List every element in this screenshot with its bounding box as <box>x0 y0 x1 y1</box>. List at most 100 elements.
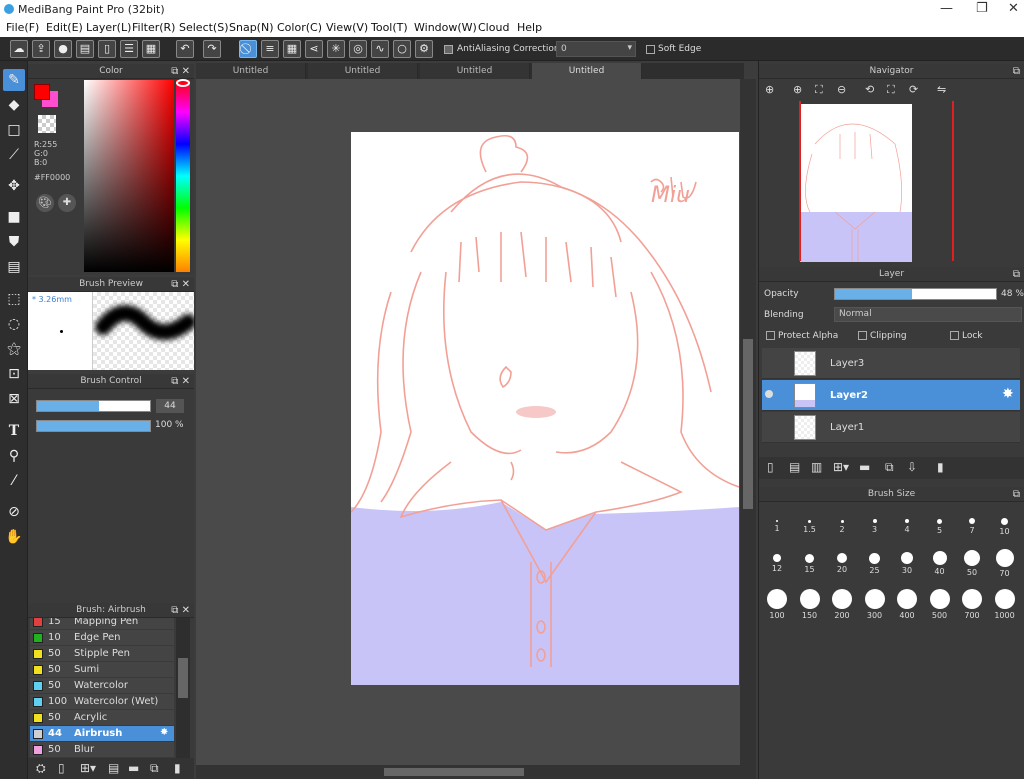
maximize-icon[interactable]: ❐ <box>976 1 988 16</box>
transparent-color-swatch[interactable] <box>38 115 56 133</box>
brush-size-value[interactable]: 44 <box>156 399 184 413</box>
brush-size-option[interactable]: 20 <box>826 547 858 577</box>
snap-concentric-icon[interactable]: ◎ <box>349 40 367 58</box>
new-layer-icon[interactable]: ▯ <box>767 460 774 474</box>
brush-size-option[interactable]: 4 <box>891 506 923 536</box>
brush-opacity-slider[interactable] <box>36 420 151 432</box>
brush-size-option[interactable]: 200 <box>826 588 858 620</box>
page-icon[interactable]: ▯ <box>98 40 116 58</box>
protect-alpha-checkbox[interactable]: Protect Alpha <box>766 331 838 341</box>
duplicate-layer-icon[interactable]: ⧉ <box>885 460 894 475</box>
brush-size-option[interactable]: 1.5 <box>794 506 826 536</box>
hue-slider-handle[interactable] <box>176 79 190 87</box>
scrollbar-thumb[interactable] <box>178 658 188 698</box>
layer-settings-gear-icon[interactable]: ✸ <box>1002 386 1014 402</box>
rectangle-tool-icon[interactable]: □ <box>3 119 25 141</box>
flip-icon[interactable]: ⇋ <box>937 83 946 96</box>
share-icon[interactable]: ⇪ <box>32 40 50 58</box>
menu-view[interactable]: View(V) <box>326 21 368 34</box>
brush-list-item[interactable]: 44 Airbrush ✸ <box>30 726 174 742</box>
layer-row-layer2[interactable]: Layer2 ✸ <box>762 380 1020 411</box>
operation-tool-icon[interactable]: ⚲ <box>3 445 25 467</box>
bucket-tool-icon[interactable]: ⛊ <box>3 231 25 253</box>
snap-off-icon[interactable]: ⃠ <box>239 40 257 58</box>
brush-list-item[interactable]: 50 Sumi <box>30 662 174 678</box>
brush-tool-icon[interactable]: ✎ <box>3 69 25 91</box>
menu-color[interactable]: Color(C) <box>277 21 322 34</box>
panel-close-icon[interactable]: ⧉ ✕ <box>171 603 190 618</box>
brush-size-option[interactable]: 100 <box>761 588 793 620</box>
duplicate-brush-icon[interactable]: ⧉ <box>150 761 159 776</box>
brush-list-item[interactable]: 50 Blur <box>30 742 174 758</box>
brush-size-option[interactable]: 1 <box>761 506 793 536</box>
new-brush-icon[interactable]: ▯ <box>58 761 65 775</box>
panel-close-icon[interactable]: ⧉ ✕ <box>171 374 190 389</box>
brush-size-option[interactable]: 10 <box>989 506 1021 536</box>
brush-size-option[interactable]: 150 <box>794 588 826 620</box>
cloud-brush-icon[interactable]: ⛭ <box>36 761 46 776</box>
zoom-out-icon[interactable]: ⊖ <box>837 83 846 96</box>
panel-close-icon[interactable]: ⧉ ✕ <box>171 64 190 79</box>
brush-size-option[interactable]: 7 <box>956 506 988 536</box>
new-halftone-layer-icon[interactable]: ▤ <box>789 460 800 474</box>
list-icon[interactable]: ☰ <box>120 40 138 58</box>
menu-help[interactable]: Help <box>517 21 542 34</box>
menu-layer[interactable]: Layer(L) <box>86 21 131 34</box>
speech-bubble-icon[interactable]: ● <box>54 40 72 58</box>
brush-size-option[interactable]: 400 <box>891 588 923 620</box>
text-tool-icon[interactable]: T <box>3 420 25 442</box>
layer-opacity-slider[interactable] <box>834 288 997 300</box>
canvas-vertical-scrollbar[interactable] <box>740 79 756 765</box>
canvas-area[interactable]: Miu <box>196 79 740 765</box>
panel-undock-icon[interactable]: ⧉ <box>1013 267 1020 282</box>
brush-folder-icon[interactable]: ▬ <box>128 761 139 775</box>
brush-list-item[interactable]: 10 Edge Pen <box>30 630 174 646</box>
visibility-eye-icon[interactable] <box>765 390 773 398</box>
eraser-tool-icon[interactable]: ◆ <box>3 94 25 116</box>
menu-tool[interactable]: Tool(T) <box>371 21 408 34</box>
brush-size-option[interactable]: 12 <box>761 547 793 577</box>
brush-list-scrollbar[interactable] <box>176 618 190 758</box>
brush-size-option[interactable]: 300 <box>859 588 891 620</box>
brush-size-slider[interactable] <box>36 400 151 412</box>
clipping-checkbox[interactable]: Clipping <box>858 331 907 341</box>
panel-undock-icon[interactable]: ⧉ <box>1013 64 1020 79</box>
dot-pen-tool-icon[interactable]: ⟋ <box>3 144 25 166</box>
scrollbar-thumb[interactable] <box>384 768 524 776</box>
palette-add-icon[interactable]: ✚ <box>58 194 76 212</box>
menu-cloud[interactable]: Cloud <box>478 21 509 34</box>
soft-edge-checkbox[interactable] <box>646 45 655 54</box>
brush-size-option[interactable]: 25 <box>859 547 891 577</box>
menu-window[interactable]: Window(W) <box>414 21 477 34</box>
delete-brush-icon[interactable]: ▮ <box>174 761 181 775</box>
snap-vanish-icon[interactable]: ⋖ <box>305 40 323 58</box>
gradient-tool-icon[interactable]: ▤ <box>3 256 25 278</box>
menu-select[interactable]: Select(S) <box>179 21 229 34</box>
correction-select[interactable]: 0 ▾ <box>556 41 636 57</box>
brush-list-item[interactable]: 50 Acrylic <box>30 710 174 726</box>
grid-icon[interactable]: ▦ <box>142 40 160 58</box>
magic-wand-tool-icon[interactable]: ⚝ <box>3 338 25 360</box>
zoom-plus-icon[interactable]: ⊕ <box>793 83 802 96</box>
snap-curve-icon[interactable]: ∿ <box>371 40 389 58</box>
brush-size-option[interactable]: 50 <box>956 547 988 577</box>
eyedropper-tool-icon[interactable]: ⊘ <box>3 501 25 523</box>
divide-tool-icon[interactable]: ⁄ <box>3 470 25 492</box>
brush-list-item[interactable]: 15 Mapping Pen <box>30 618 174 630</box>
menu-snap[interactable]: Snap(N) <box>229 21 274 34</box>
rotate-right-icon[interactable]: ⟳ <box>909 83 918 96</box>
brush-size-option[interactable]: 500 <box>924 588 956 620</box>
reset-view-icon[interactable]: ⛶ <box>887 83 895 97</box>
fill-rect-tool-icon[interactable]: ■ <box>3 206 25 228</box>
fit-icon[interactable]: ⛶ <box>815 83 823 97</box>
saturation-brightness-picker[interactable] <box>84 80 174 272</box>
snap-grid-icon[interactable]: ▦ <box>283 40 301 58</box>
rotate-left-icon[interactable]: ⟲ <box>865 83 874 96</box>
menu-filter[interactable]: Filter(R) <box>132 21 175 34</box>
close-icon[interactable]: ✕ <box>1008 1 1019 16</box>
brush-list-item[interactable]: 50 Stipple Pen <box>30 646 174 662</box>
minimize-icon[interactable]: — <box>940 1 953 16</box>
canvas-horizontal-scrollbar[interactable] <box>196 765 756 779</box>
tab-untitled-2[interactable]: Untitled <box>308 63 418 79</box>
select-rect-tool-icon[interactable]: ⬚ <box>3 288 25 310</box>
